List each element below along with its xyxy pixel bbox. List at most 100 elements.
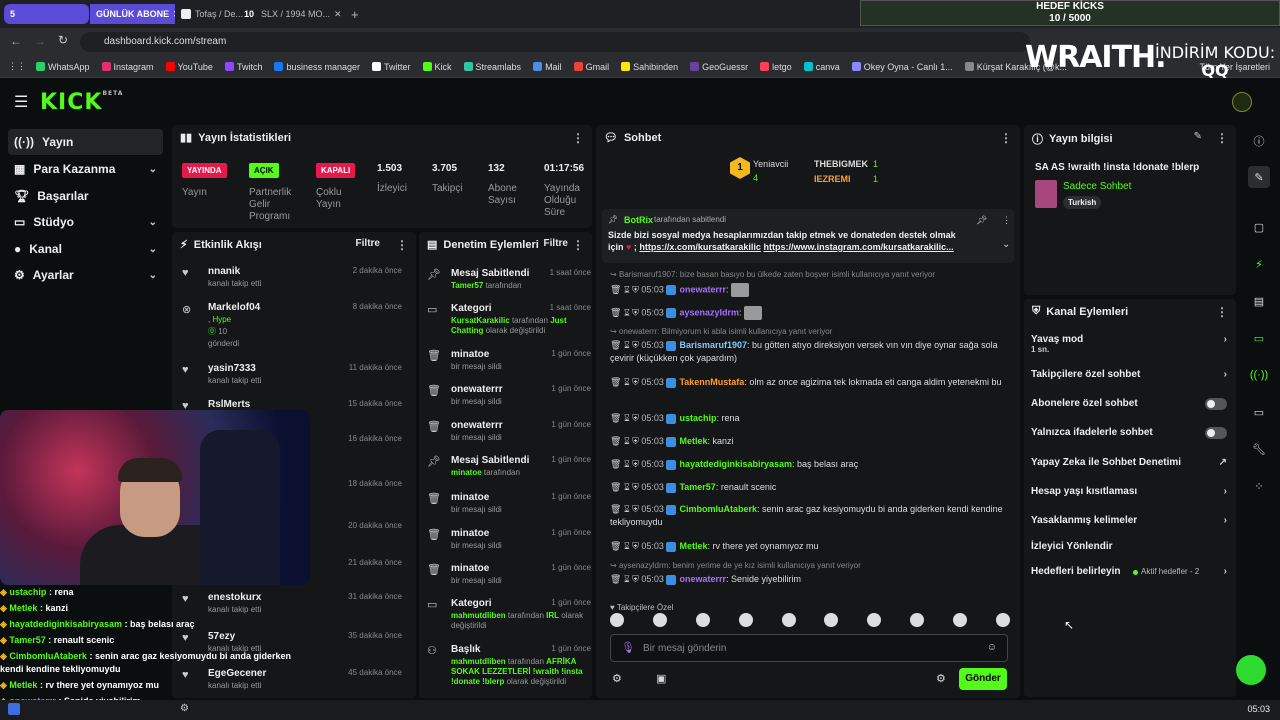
- crown-emote-icon[interactable]: [953, 613, 967, 627]
- edit-icon[interactable]: ✎: [1248, 166, 1270, 188]
- sidebar-item-ayarlar[interactable]: ⚙ Ayarlar ⌄: [8, 262, 163, 288]
- bookmark-item[interactable]: business manager: [274, 62, 360, 72]
- timeout-icon[interactable]: ⌛︎: [624, 459, 632, 469]
- url-field[interactable]: dashboard.kick.com/stream: [80, 32, 1030, 52]
- kick-logo[interactable]: KICKBETA: [40, 90, 123, 115]
- tab-2[interactable]: GÜNLÜK ABONE✕: [90, 4, 175, 24]
- chat-message[interactable]: 🗑︎ ⌛︎ ⛨ 05:03 Metlek: rv there yet oynam…: [610, 540, 1010, 553]
- more-icon[interactable]: ⋮: [1216, 305, 1228, 319]
- category-name[interactable]: Sadece Sohbet: [1063, 181, 1131, 192]
- app-icon[interactable]: [8, 703, 20, 715]
- moderation-item[interactable]: 📌︎ Mesaj Sabitlendi Tamer57 tarafından 1 sa…: [427, 268, 591, 300]
- people-icon[interactable]: ⁘: [1248, 475, 1270, 497]
- chat-message[interactable]: 🗑︎ ⌛︎ ⛨ 05:03 TakennMustafa: olm az once…: [610, 376, 1010, 389]
- reload-icon[interactable]: ↻: [58, 33, 68, 47]
- settings-icon[interactable]: ⚙: [180, 703, 189, 714]
- floating-action-button[interactable]: [1236, 655, 1266, 685]
- chat-message[interactable]: 🗑︎ ⌛︎ ⛨ 05:03 Barismaruf1907: bu götten …: [610, 339, 1010, 365]
- timeout-icon[interactable]: ⌛︎: [624, 541, 632, 551]
- layout-icon[interactable]: ▢: [1248, 216, 1270, 238]
- chat-message[interactable]: 🗑︎ ⌛︎ ⛨ 05:03 ustachip: rena: [610, 412, 1010, 425]
- timeout-icon[interactable]: ⌛︎: [624, 574, 632, 584]
- settings-icon[interactable]: ⚙: [612, 672, 622, 685]
- delete-icon[interactable]: 🗑︎: [610, 413, 624, 423]
- bookmark-item[interactable]: Twitter: [372, 62, 411, 72]
- delete-icon[interactable]: 🗑︎: [610, 377, 624, 387]
- cube-emote-icon[interactable]: [695, 613, 710, 627]
- activity-item[interactable]: ⊗ Markelof04, Hype ⓪ 10 gönderdi 8 dakika ön…: [182, 302, 402, 348]
- bookmark-item[interactable]: Twitch: [224, 62, 262, 72]
- bookmark-item[interactable]: letgo: [760, 62, 792, 72]
- toggle-switch[interactable]: [1205, 427, 1227, 439]
- channel-action-item[interactable]: Abonelere özel sohbet: [1031, 398, 1231, 418]
- timeout-icon[interactable]: ⌛︎: [624, 307, 632, 317]
- timeout-icon[interactable]: ⌛︎: [624, 340, 632, 350]
- bookmark-item[interactable]: YouTube: [165, 62, 213, 72]
- bookmark-item[interactable]: Gmail: [573, 62, 609, 72]
- chat-username[interactable]: Metlek: [679, 541, 707, 551]
- chat-username[interactable]: hayatdedigi​nkisabiryasam: [679, 459, 792, 469]
- channel-action-item[interactable]: Hesap yaşı kısıtlaması ›: [1031, 486, 1231, 506]
- panda-emote-icon[interactable]: [910, 613, 925, 627]
- broadcast-icon[interactable]: ((·)): [1248, 364, 1270, 386]
- edit-icon[interactable]: ✎: [1194, 131, 1202, 142]
- panda-emote-icon[interactable]: [995, 613, 1010, 627]
- channel-action-item[interactable]: Yasaklanmış kelimeler ›: [1031, 515, 1231, 535]
- chat-username[interactable]: ustachip: [679, 413, 716, 423]
- chat-username[interactable]: Metlek: [679, 436, 707, 446]
- send-button[interactable]: Gönder: [959, 668, 1007, 690]
- toggle-switch[interactable]: [1205, 398, 1227, 410]
- delete-icon[interactable]: 🗑︎: [610, 459, 624, 469]
- delete-icon[interactable]: 🗑︎: [610, 541, 624, 551]
- timeout-icon[interactable]: ⌛︎: [624, 504, 632, 514]
- more-icon[interactable]: ⋮: [1000, 131, 1012, 145]
- menu-icon[interactable]: ☰: [14, 92, 28, 112]
- delete-icon[interactable]: 🗑︎: [610, 504, 624, 514]
- channel-action-item[interactable]: Hedefleri belirleyin Aktif hedefler - 2 ›: [1031, 566, 1231, 586]
- delete-icon[interactable]: 🗑︎: [610, 284, 624, 294]
- delete-icon[interactable]: 🗑︎: [610, 574, 624, 584]
- chat-message[interactable]: 🗑︎ ⌛︎ ⛨ 05:03 hayatdedigi​nkisabiryasam:…: [610, 458, 1010, 471]
- chevron-down-icon[interactable]: ⌄: [1002, 239, 1010, 250]
- gear-icon[interactable]: ⚙: [936, 672, 946, 685]
- unpin-icon[interactable]: 📌︎: [976, 215, 987, 226]
- chat-input[interactable]: 🎙︎ Bir mesaj gönderin ☺: [610, 634, 1008, 662]
- moderation-item[interactable]: ⚇ Başlık mahmutdliben tarafından AFRİKA SO…: [427, 644, 591, 686]
- moderation-filter-button[interactable]: Filtre: [544, 238, 568, 249]
- chat-message[interactable]: 🗑︎ ⌛︎ ⛨ 05:03 onewaterrr:: [610, 283, 1010, 297]
- panda-emote-icon[interactable]: [781, 613, 796, 627]
- more-icon[interactable]: ⋮: [572, 238, 584, 252]
- sidebar-item-yayin[interactable]: ((·)) Yayın: [8, 129, 163, 155]
- fire-emote-icon[interactable]: [867, 613, 882, 627]
- delete-icon[interactable]: 🗑︎: [610, 340, 624, 350]
- activity-item[interactable]: ♥ enestokurx kanalı takip etti 31 dakika ön…: [182, 592, 402, 622]
- channel-action-item[interactable]: İzleyici Yönlendir: [1031, 541, 1231, 561]
- channel-action-item[interactable]: Yalnızca ifadelerle sohbet: [1031, 427, 1231, 447]
- chat-reply-context[interactable]: ↪ Barismaruf1907: bize basan basıyo bu ü…: [610, 268, 1010, 281]
- new-tab-button[interactable]: +: [345, 4, 365, 24]
- external-link-icon[interactable]: ↗: [1219, 457, 1227, 468]
- moderation-item[interactable]: 🗑︎ minatoe bir mesajı sildi 1 gün önce: [427, 563, 591, 595]
- sidebar-item-basarilar[interactable]: 🏆︎ Başarılar: [8, 183, 163, 209]
- bookmark-item[interactable]: Kick: [422, 62, 452, 72]
- back-icon[interactable]: ←: [10, 34, 22, 48]
- pinned-message[interactable]: 📌︎ BotRix tarafından sabitlendi 📌︎ ⋮ Siz…: [602, 209, 1014, 263]
- bookmark-item[interactable]: Okey Oyna - Canlı 1...: [851, 62, 953, 72]
- moderation-item[interactable]: 🗑︎ onewaterrr bir mesajı sildi 1 gün önce: [427, 420, 591, 452]
- moderation-item[interactable]: 🗑︎ minatoe bir mesajı sildi 1 gün önce: [427, 492, 591, 524]
- mic-icon[interactable]: 🎙︎: [621, 641, 635, 654]
- timeout-icon[interactable]: ⌛︎: [624, 284, 632, 294]
- bookmark-item[interactable]: Instagram: [101, 62, 154, 72]
- close-icon[interactable]: ✕: [334, 9, 342, 20]
- delete-icon[interactable]: 🗑︎: [610, 307, 624, 317]
- channel-action-item[interactable]: Yapay Zeka ile Sohbet Denetimi ↗: [1031, 457, 1231, 477]
- apps-icon[interactable]: ⋮⋮: [8, 61, 26, 72]
- more-icon[interactable]: ⋮: [572, 131, 584, 145]
- avatar[interactable]: [1232, 92, 1252, 112]
- bookmark-item[interactable]: Mail: [533, 62, 562, 72]
- chat-username[interactable]: TakennMustafa: [679, 377, 744, 387]
- more-icon[interactable]: ⋮: [1002, 215, 1011, 226]
- moderation-item[interactable]: 🗑︎ minatoe bir mesajı sildi 1 gün önce: [427, 349, 591, 381]
- tab-4[interactable]: SLX / 1994 MO... ✕: [255, 4, 345, 24]
- emoji-icon[interactable]: ☺: [987, 642, 997, 653]
